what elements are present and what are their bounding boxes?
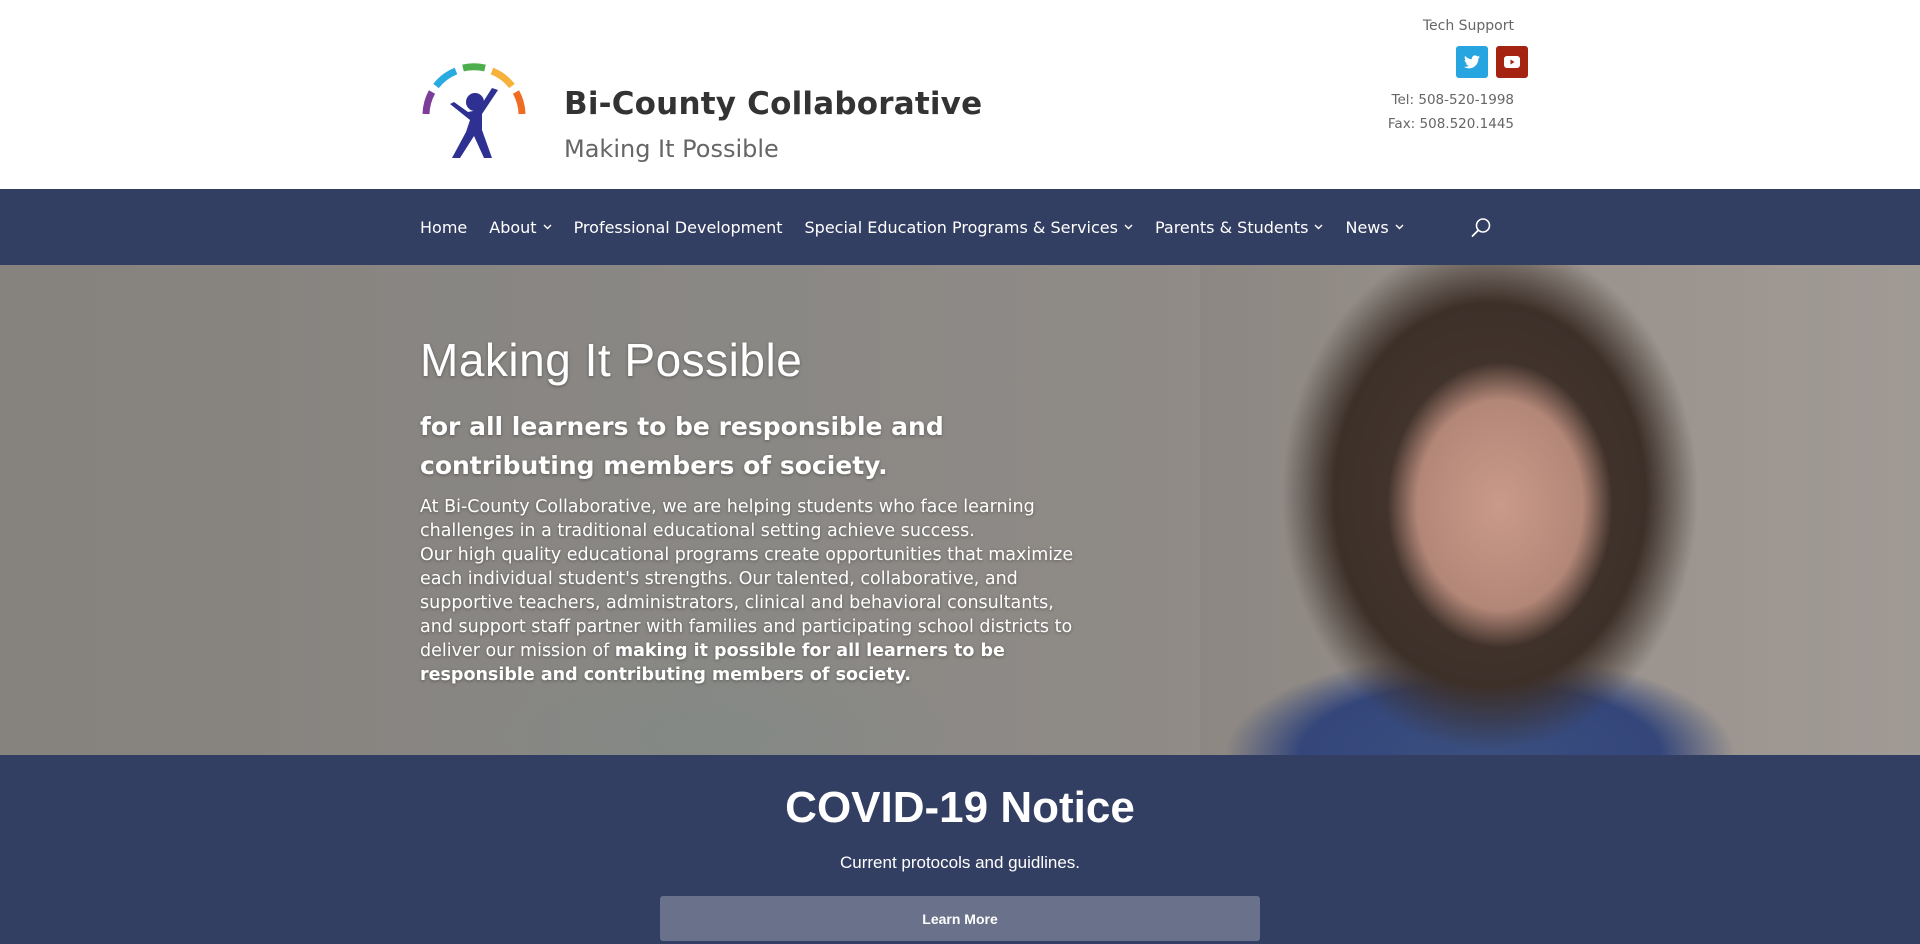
logo-icon bbox=[422, 63, 526, 158]
learn-more-button[interactable]: Learn More bbox=[660, 896, 1260, 941]
nav-menu: Home About Professional Development Spec… bbox=[420, 189, 1426, 265]
nav-item-parents-students[interactable]: Parents & Students bbox=[1155, 218, 1324, 237]
nav-item-special-education[interactable]: Special Education Programs & Services bbox=[805, 218, 1133, 237]
site-title[interactable]: Bi-County Collaborative bbox=[564, 86, 982, 122]
hero-section: Making It Possible for all learners to b… bbox=[0, 265, 1920, 755]
hero-body: At Bi-County Collaborative, we are helpi… bbox=[420, 495, 1080, 687]
hero-body-mission: Our high quality educational programs cr… bbox=[420, 543, 1080, 687]
hero-subtitle: for all learners to be responsible and c… bbox=[420, 412, 944, 480]
nav-item-home[interactable]: Home bbox=[420, 218, 467, 237]
site-logo[interactable] bbox=[420, 62, 528, 162]
chevron-down-icon bbox=[1314, 224, 1323, 230]
hero-body-intro: At Bi-County Collaborative, we are helpi… bbox=[420, 497, 1035, 541]
nav-item-label: Special Education Programs & Services bbox=[804, 217, 1118, 237]
nav-item-professional-development[interactable]: Professional Development bbox=[574, 218, 783, 237]
social-links bbox=[1294, 46, 1528, 78]
main-navigation: Home About Professional Development Spec… bbox=[0, 189, 1920, 265]
nav-item-label: News bbox=[1345, 217, 1389, 237]
site-header: Bi-County Collaborative Making It Possib… bbox=[0, 0, 1920, 189]
fax-number: Fax: 508.520.1445 bbox=[1387, 116, 1514, 132]
search-icon bbox=[1471, 218, 1491, 237]
covid-notice-section: COVID-19 Notice Current protocols and gu… bbox=[0, 755, 1920, 944]
nav-item-label: Home bbox=[420, 217, 468, 237]
twitter-button[interactable] bbox=[1456, 46, 1488, 78]
youtube-button[interactable] bbox=[1496, 46, 1528, 78]
hero-content: Making It Possible for all learners to b… bbox=[420, 333, 1100, 687]
chevron-down-icon bbox=[1124, 224, 1133, 230]
chevron-down-icon bbox=[543, 224, 552, 230]
phone-number: Tel: 508-520-1998 bbox=[1391, 92, 1514, 108]
nav-item-label: Parents & Students bbox=[1154, 217, 1309, 237]
hero-title: Making It Possible bbox=[420, 334, 803, 386]
nav-item-label: Professional Development bbox=[573, 217, 783, 237]
nav-item-label: About bbox=[489, 217, 537, 237]
hero-image-child bbox=[1200, 265, 1920, 755]
nav-item-news[interactable]: News bbox=[1345, 217, 1404, 237]
nav-item-about[interactable]: About bbox=[489, 217, 552, 237]
chevron-down-icon bbox=[1395, 224, 1404, 230]
covid-title: COVID-19 Notice bbox=[785, 783, 1135, 832]
tech-support-link[interactable]: Tech Support bbox=[1294, 18, 1514, 34]
twitter-icon bbox=[1464, 55, 1480, 69]
covid-subtitle: Current protocols and guidlines. bbox=[839, 853, 1081, 872]
header-contact-area: Tech Support Tel: 508-520-1998 Fax: 508.… bbox=[1294, 18, 1528, 136]
search-button[interactable] bbox=[1470, 217, 1492, 239]
site-tagline: Making It Possible bbox=[564, 135, 779, 163]
youtube-icon bbox=[1504, 56, 1520, 68]
